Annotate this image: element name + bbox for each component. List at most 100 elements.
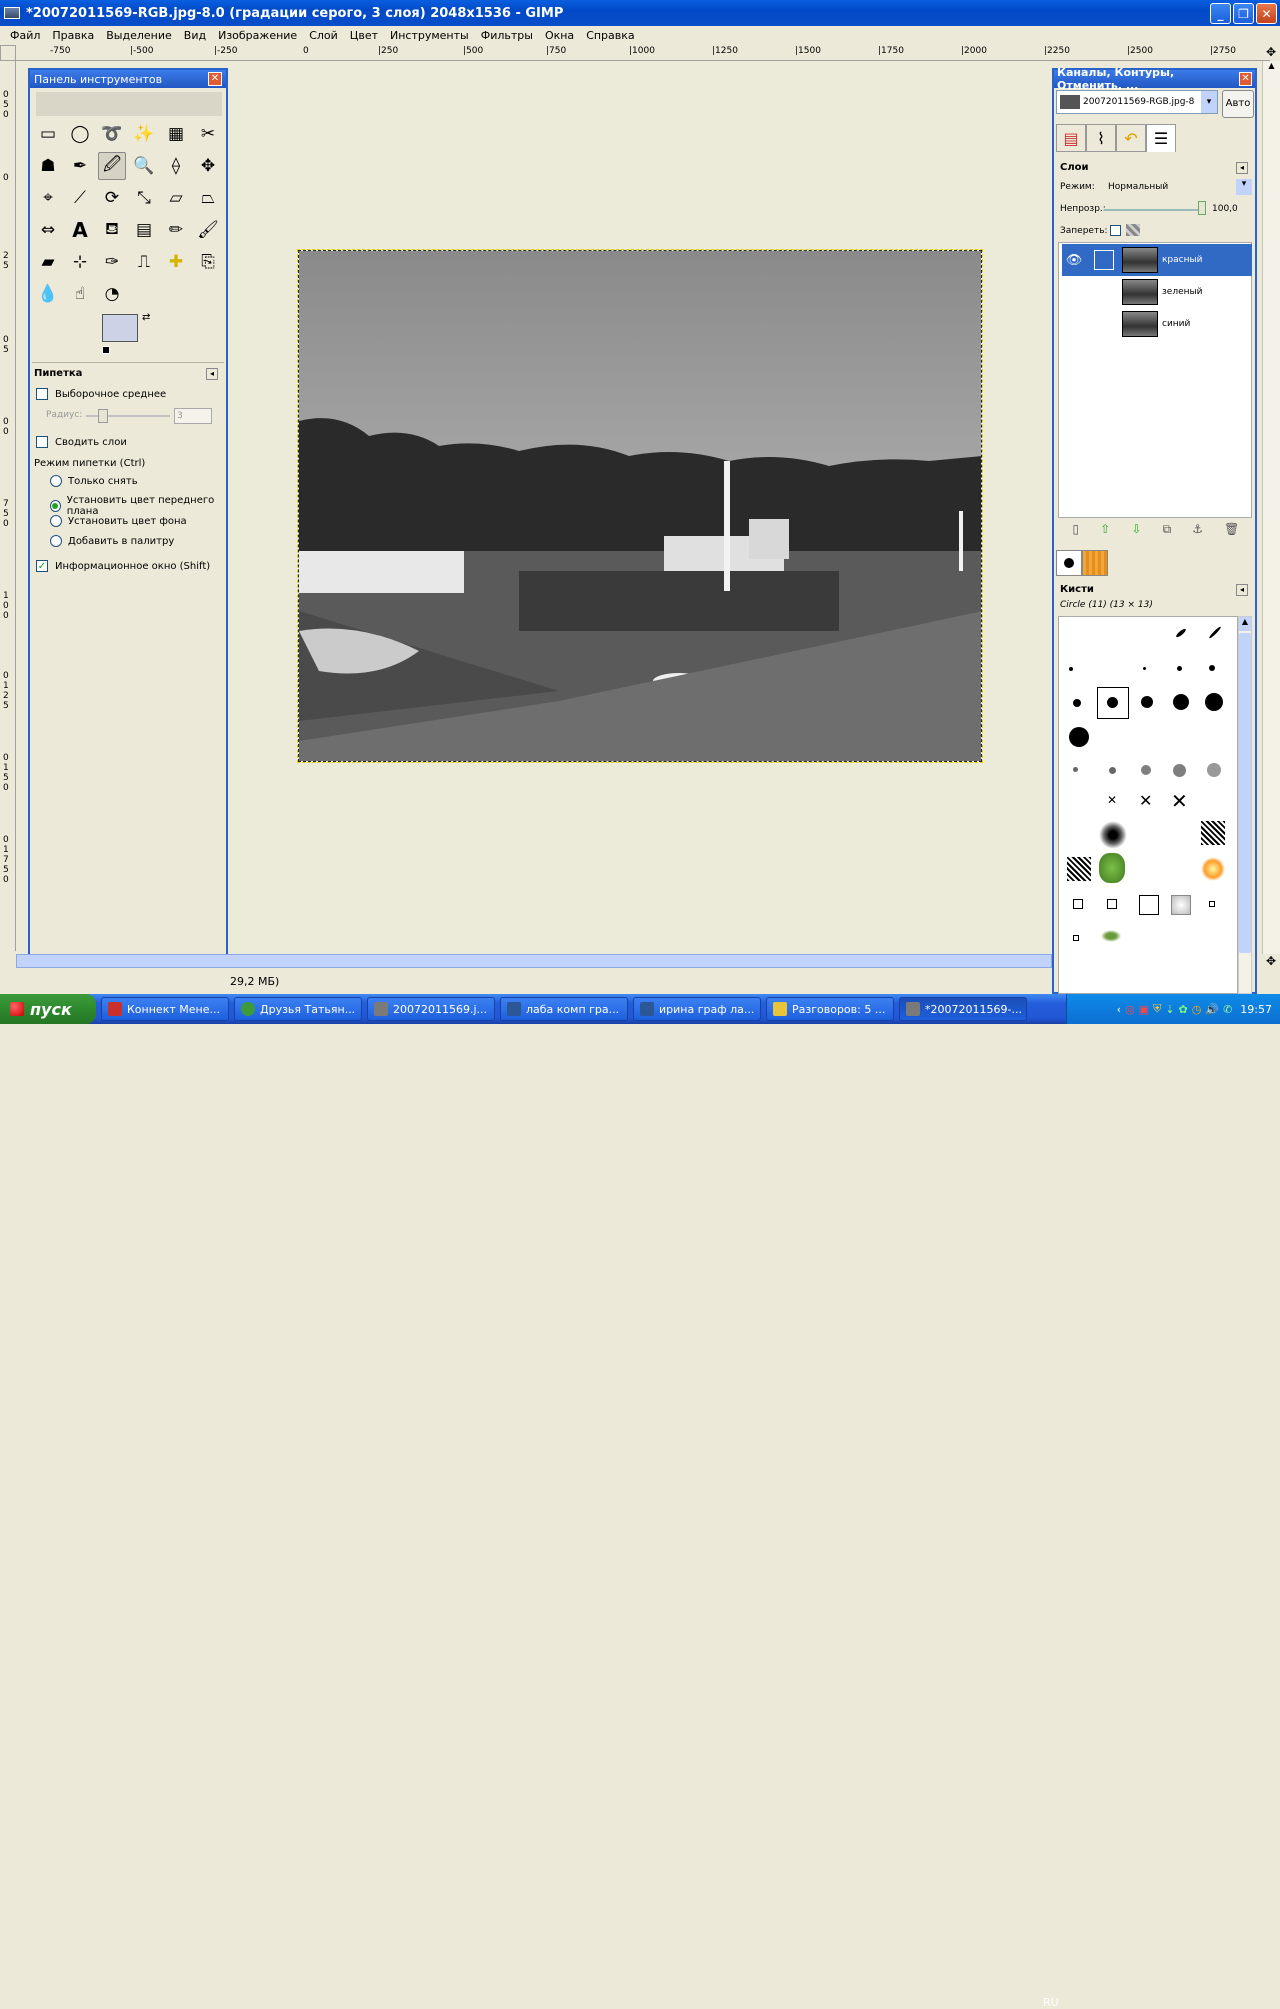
brush-item[interactable] — [1177, 666, 1182, 671]
heal-icon[interactable]: ✚ — [162, 248, 190, 276]
image-photo[interactable] — [297, 249, 983, 763]
menu-edit[interactable]: Правка — [46, 29, 100, 42]
menu-windows[interactable]: Окна — [539, 29, 580, 42]
brush-item[interactable] — [1073, 935, 1079, 941]
auto-button[interactable]: Авто — [1222, 90, 1254, 118]
eye-icon[interactable]: 👁 — [1062, 253, 1086, 268]
brush-item[interactable] — [1069, 727, 1089, 747]
opacity-value[interactable]: 100,0 — [1212, 204, 1238, 214]
scroll-up-icon[interactable]: ▲ — [1263, 61, 1280, 77]
icq-icon[interactable]: ✿ — [1179, 1003, 1188, 1016]
radio-circle[interactable] — [50, 515, 62, 527]
tab-patterns-icon[interactable] — [1082, 550, 1108, 576]
swap-colors-icon[interactable]: ⇄ — [142, 312, 150, 323]
scroll-up-icon[interactable]: ▲ — [1239, 617, 1251, 631]
menu-layer[interactable]: Слой — [303, 29, 344, 42]
eraser-icon[interactable]: ▰ — [34, 248, 62, 276]
brush-item[interactable] — [1109, 767, 1116, 774]
navigate-icon[interactable]: ✥ — [1262, 954, 1280, 970]
sample-merged-checkbox[interactable]: Сводить слои — [36, 436, 127, 448]
brush-item[interactable] — [1099, 821, 1127, 849]
align-icon[interactable]: ⌖ — [34, 184, 62, 212]
brush-item[interactable]: ✕ — [1171, 789, 1188, 813]
menu-view[interactable]: Вид — [178, 29, 212, 42]
checkbox-box[interactable] — [36, 436, 48, 448]
tab-undo-icon[interactable]: ↶ — [1116, 124, 1146, 152]
clone-icon[interactable]: ⎍ — [130, 248, 158, 276]
shield-icon[interactable]: ⛨ — [1153, 1002, 1161, 1016]
rotate-icon[interactable]: ⟳ — [98, 184, 126, 212]
brush-item[interactable] — [1173, 764, 1186, 777]
checkbox-box[interactable] — [36, 388, 48, 400]
lock-pixels-checkbox[interactable] — [1110, 225, 1121, 236]
zoom-icon[interactable]: 🔍 — [130, 152, 158, 180]
move-icon[interactable]: ✥ — [194, 152, 222, 180]
brush-item[interactable] — [1173, 694, 1189, 710]
menu-help[interactable]: Справка — [580, 29, 640, 42]
chain-icon[interactable] — [1094, 250, 1114, 270]
measure-icon[interactable]: ⟠ — [162, 152, 190, 180]
layers-menu-icon[interactable]: ◂ — [1236, 162, 1248, 174]
opacity-slider-handle[interactable] — [1198, 201, 1206, 215]
layer-row[interactable]: синий — [1062, 308, 1252, 340]
ellipse-select-icon[interactable]: ◯ — [66, 120, 94, 148]
taskbar-item[interactable]: лаба комп гра... — [500, 997, 628, 1021]
ink-icon[interactable]: ✑ — [98, 248, 126, 276]
blur-icon[interactable]: 💧 — [34, 280, 62, 308]
maximize-button[interactable]: ❐ — [1233, 3, 1254, 24]
perspective-icon[interactable]: ⏢ — [194, 184, 222, 212]
anchor-layer-icon[interactable]: ⚓ — [1192, 522, 1203, 540]
tab-layers-icon[interactable]: ☰ — [1146, 124, 1176, 152]
skype-icon[interactable]: ✆ — [1223, 1003, 1232, 1016]
speaker-icon[interactable]: 🔊 — [1205, 1003, 1219, 1016]
menu-file[interactable]: Файл — [4, 29, 46, 42]
tray-expand-icon[interactable]: ‹ — [1117, 1003, 1121, 1016]
horizontal-ruler[interactable]: -750 |-500 |-250 0 |250 |500 |750 |1000 … — [16, 45, 1270, 61]
paths-icon[interactable]: ✒ — [66, 152, 94, 180]
lock-alpha-icon[interactable] — [1126, 224, 1140, 236]
tab-channels-icon[interactable]: ▤ — [1056, 124, 1086, 152]
shear-icon[interactable]: ▱ — [162, 184, 190, 212]
ati-tray-icon[interactable]: ▣ — [1139, 1003, 1149, 1016]
mode-set-fg-radio[interactable]: Установить цвет переднего плана — [50, 495, 226, 517]
radio-circle[interactable] — [50, 475, 62, 487]
brush-item[interactable] — [1141, 765, 1151, 775]
canvas-vertical-scrollbar[interactable]: ▲ — [1262, 61, 1280, 954]
toolbox-close-icon[interactable]: ✕ — [208, 72, 222, 86]
tab-paths-icon[interactable]: ⌇ — [1086, 124, 1116, 152]
free-select-icon[interactable]: ➰ — [98, 120, 126, 148]
close-button[interactable]: ✕ — [1256, 3, 1277, 24]
menu-colors[interactable]: Цвет — [344, 29, 384, 42]
bucket-fill-icon[interactable]: ⛾ — [98, 216, 126, 244]
new-layer-icon[interactable]: ▯ — [1073, 522, 1080, 540]
brushes-menu-icon[interactable]: ◂ — [1236, 584, 1248, 596]
smudge-icon[interactable]: ☝ — [66, 280, 94, 308]
brush-item[interactable] — [1205, 693, 1223, 711]
radio-circle[interactable] — [50, 535, 62, 547]
tab-brushes-icon[interactable] — [1056, 550, 1082, 576]
navigate-icon[interactable]: ✥ — [1262, 45, 1280, 61]
image-select-dropdown[interactable]: 20072011569-RGB.jpg-8 ▾ — [1056, 90, 1218, 114]
taskbar-item[interactable]: 20072011569.j... — [367, 997, 495, 1021]
language-indicator[interactable]: RU — [1043, 1996, 1059, 2009]
brush-item[interactable] — [1099, 929, 1123, 943]
brush-item[interactable] — [1107, 899, 1117, 909]
default-colors-icon[interactable] — [102, 346, 110, 354]
clock[interactable]: 19:57 — [1240, 1003, 1272, 1016]
brush-item[interactable] — [1175, 627, 1187, 639]
tool-options-menu-icon[interactable]: ◂ — [206, 368, 218, 380]
chevron-down-icon[interactable]: ▾ — [1236, 179, 1252, 195]
brush-item[interactable] — [1209, 901, 1215, 907]
pencil-icon[interactable]: ✏ — [162, 216, 190, 244]
brush-item[interactable] — [1143, 667, 1146, 670]
radius-input[interactable]: 3 — [174, 408, 212, 424]
mode-pick-only-radio[interactable]: Только снять — [50, 475, 138, 487]
taskbar-item[interactable]: ирина граф ла... — [633, 997, 761, 1021]
scroll-thumb[interactable] — [1239, 633, 1251, 953]
lower-layer-icon[interactable]: ⇩ — [1131, 522, 1141, 540]
duplicate-layer-icon[interactable]: ⧉ — [1163, 522, 1172, 540]
chevron-down-icon[interactable]: ▾ — [1201, 91, 1217, 113]
brush-sparkle[interactable] — [1201, 857, 1225, 881]
scale-icon[interactable]: ⤡ — [130, 184, 158, 212]
foreground-select-icon[interactable]: ☗ — [34, 152, 62, 180]
